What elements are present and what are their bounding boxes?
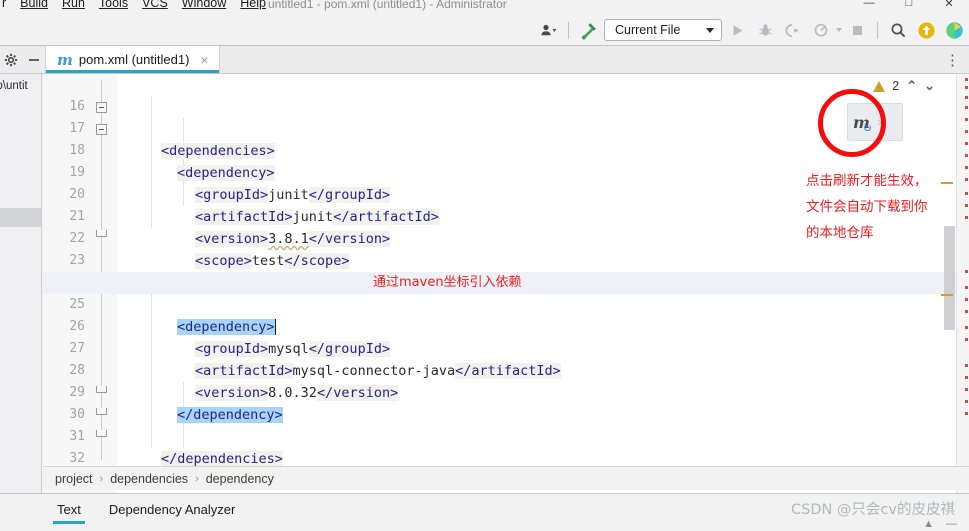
callout-line-2: 文件会自动下载到你 <box>806 199 928 215</box>
minimize-icon[interactable] <box>27 53 41 67</box>
user-account-icon[interactable] <box>535 17 561 43</box>
dash-icon[interactable]: — <box>946 518 957 530</box>
run-configuration-label: Current File <box>615 23 681 37</box>
maximize-button[interactable]: □ <box>889 0 929 12</box>
menu-item-help[interactable]: Help <box>240 0 266 10</box>
breadcrumb-item-project[interactable]: project <box>55 472 93 486</box>
code-line-24[interactable]: 24 <box>43 250 969 290</box>
build-hammer-icon[interactable] <box>576 17 602 43</box>
tab-tools-group <box>0 46 46 73</box>
code-line-16[interactable]: 16 <box>43 74 969 114</box>
chevron-down-icon <box>706 27 714 33</box>
inline-annotation-note: 通过maven坐标引入依赖 <box>373 275 522 290</box>
toolbar-separator-2 <box>877 21 878 39</box>
menu-item-window[interactable]: Window <box>182 0 226 10</box>
warning-triangle-icon <box>873 80 886 92</box>
run-configuration-selector[interactable]: Current File <box>604 19 722 41</box>
intellij-idea-window: r Build Run Tools VCS Window Help untitl… <box>0 0 969 531</box>
close-button[interactable]: ✕ <box>929 0 969 12</box>
main-menu-bar[interactable]: r Build Run Tools VCS Window Help <box>0 0 266 10</box>
colorful-plugin-icon[interactable] <box>941 17 967 43</box>
project-selected-row[interactable] <box>0 208 41 227</box>
callout-line-1: 点击刷新才能生效， <box>806 173 928 189</box>
menu-item-build[interactable]: Build <box>20 0 48 10</box>
status-bar-icons: ▲ — <box>923 518 957 530</box>
code-line-25[interactable]: 25 <dependency> 通过maven坐标引入依赖 <box>43 272 969 335</box>
search-everywhere-icon[interactable] <box>885 17 911 43</box>
code-line-32[interactable]: 32 </project> <box>43 426 969 489</box>
breadcrumb-item-dependencies[interactable]: dependencies <box>110 472 188 486</box>
watermark: CSDN @只会cv的皮皮祺 <box>790 502 955 518</box>
code-line-31[interactable]: 31 </dependencies> <box>43 404 969 467</box>
tab-text-label: Text <box>57 501 81 517</box>
project-path-fragment: op\untit <box>0 80 28 92</box>
menu-item-run[interactable]: Run <box>62 0 85 10</box>
menu-item-0[interactable]: r <box>2 0 6 10</box>
chevron-right-icon: › <box>99 472 104 485</box>
gear-icon[interactable] <box>4 53 18 67</box>
window-controls[interactable]: — □ ✕ <box>849 0 969 12</box>
profiler-icon[interactable] <box>808 17 834 43</box>
warning-stripe-mark[interactable] <box>941 182 953 184</box>
callout-line-3: 的本地仓库 <box>806 225 874 241</box>
tab-dependency-analyzer-label: Dependency Analyzer <box>108 501 236 517</box>
next-problem-icon[interactable]: ⌄ <box>924 78 935 94</box>
maven-m-icon: m <box>57 50 73 69</box>
error-stripe-marker-bar[interactable] <box>956 74 969 493</box>
code-line-26[interactable]: 26 <groupId>mysql</groupId> <box>43 294 969 357</box>
editor-scrollbar-thumb[interactable] <box>944 226 955 330</box>
warning-count: 2 <box>892 79 900 93</box>
inspection-widget[interactable]: 2 ⌃ ⌄ <box>873 78 935 94</box>
more-options-icon[interactable]: ⋮ <box>945 46 961 74</box>
run-with-coverage-icon[interactable] <box>780 17 806 43</box>
window-title: untitled1 - pom.xml (untitled1) - Admini… <box>268 0 507 11</box>
editor-tab-label: pom.xml (untitled1) <box>78 52 190 67</box>
code-line-30[interactable]: 30 <box>43 382 969 422</box>
breadcrumb-item-dependency[interactable]: dependency <box>206 472 274 486</box>
main-toolbar: Current File <box>0 14 969 46</box>
code-line-29[interactable]: 29 </dependency> <box>43 360 969 423</box>
close-icon[interactable]: × <box>198 53 210 67</box>
previous-problem-icon[interactable]: ⌃ <box>906 78 917 94</box>
code-line-28[interactable]: 28 <version>8.0.32</version> <box>43 338 969 401</box>
menu-item-vcs[interactable]: VCS <box>142 0 168 10</box>
warning-stripe-mark[interactable] <box>941 294 953 296</box>
toolbar-actions: Current File <box>535 14 969 46</box>
stop-square-icon[interactable] <box>844 17 870 43</box>
breadcrumb[interactable]: project › dependencies › dependency <box>43 466 969 490</box>
editor-tab-bar: m pom.xml (untitled1) × ⋮ <box>0 46 969 74</box>
chevron-right-icon: › <box>195 472 199 485</box>
minimize-button[interactable]: — <box>849 0 889 12</box>
menu-item-tools[interactable]: Tools <box>99 0 128 10</box>
title-bar: r Build Run Tools VCS Window Help untitl… <box>0 0 969 14</box>
code-line-27[interactable]: 27 <artifactId>mysql-connector-java</art… <box>43 316 969 379</box>
pin-icon[interactable]: ▲ <box>923 518 934 530</box>
project-tool-window-strip[interactable]: op\untit <box>0 74 42 493</box>
red-highlight-circle <box>818 89 886 157</box>
profiler-chevron-down-icon[interactable] <box>836 28 842 32</box>
annotation-callout-text: 点击刷新才能生效， 文件会自动下载到你 的本地仓库 <box>806 168 928 246</box>
tab-dependency-analyzer[interactable]: Dependency Analyzer <box>95 494 249 524</box>
run-play-icon[interactable] <box>724 17 750 43</box>
update-arrow-icon[interactable] <box>913 17 939 43</box>
tab-text[interactable]: Text <box>43 494 95 524</box>
debug-bug-icon[interactable] <box>752 17 778 43</box>
editor-tab-pom-xml[interactable]: m pom.xml (untitled1) × <box>46 46 220 73</box>
toolbar-separator-1 <box>568 21 569 39</box>
